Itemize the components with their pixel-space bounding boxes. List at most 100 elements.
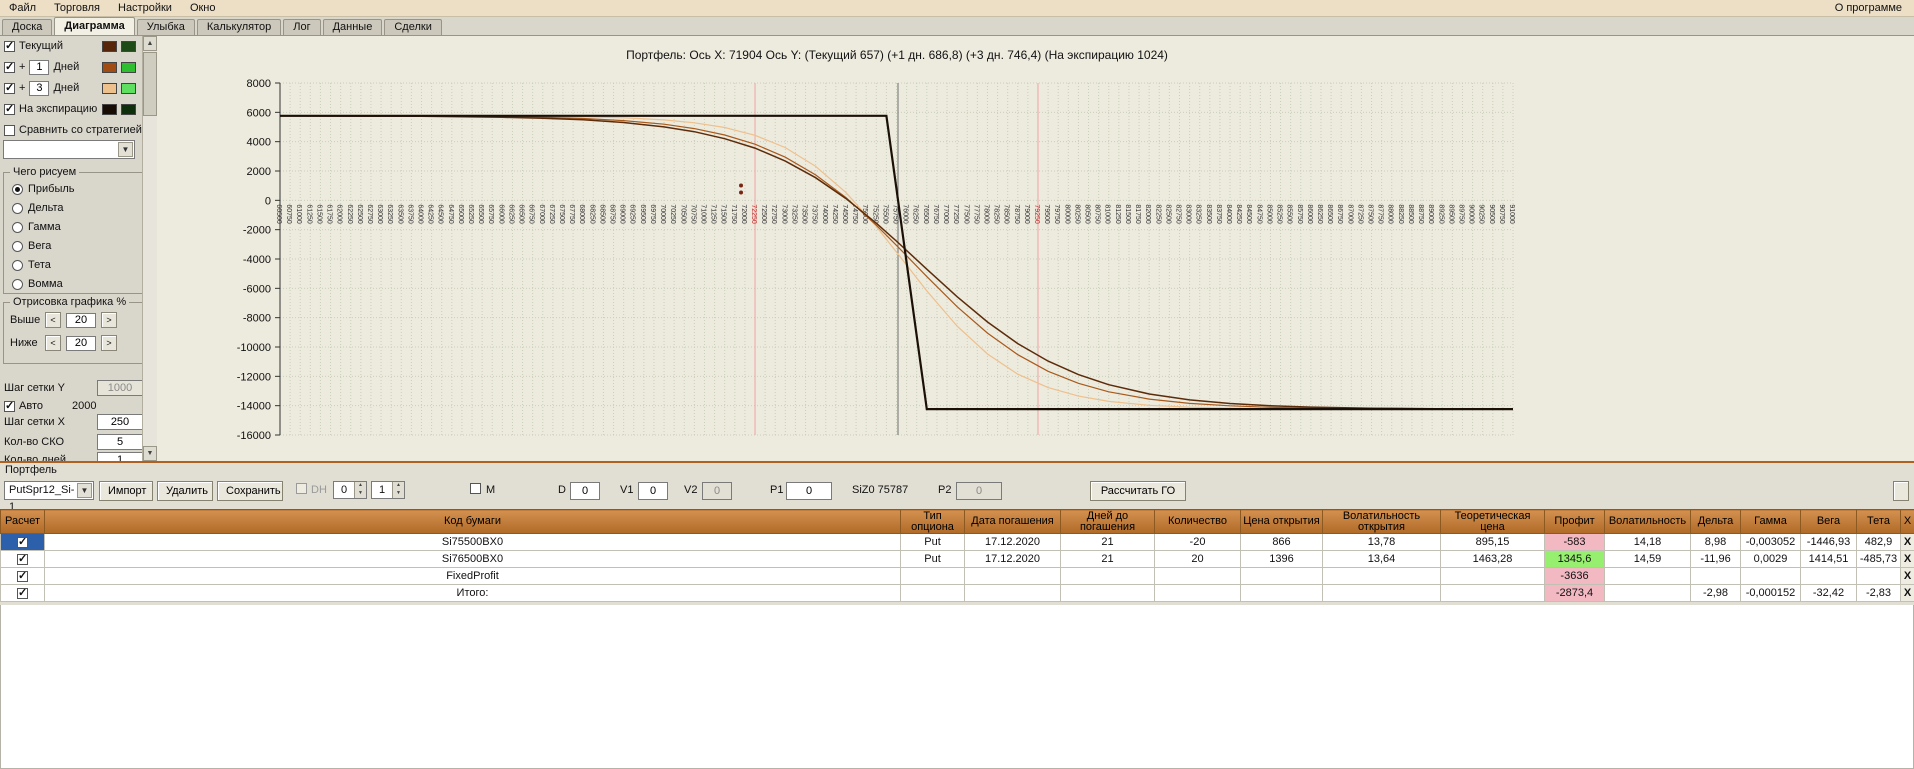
current-color-swatch-1[interactable] (102, 40, 117, 52)
above-percent-input[interactable] (66, 312, 96, 328)
below-label: Ниже (10, 337, 38, 349)
draw-option-theta[interactable]: Тета (12, 258, 51, 272)
row-delete-button[interactable]: X (1900, 584, 1914, 602)
grid-step-x-input[interactable] (97, 414, 143, 430)
cell-open_price (1240, 584, 1323, 602)
days-count-input[interactable] (97, 452, 143, 461)
radio-icon[interactable] (12, 259, 23, 271)
scroll-up-icon[interactable]: ▲ (143, 36, 157, 51)
tab-smile[interactable]: Улыбка (136, 19, 195, 35)
row-calc-cell[interactable] (0, 567, 45, 585)
decrement-button[interactable]: < (45, 335, 61, 351)
cursor-marker (739, 183, 744, 188)
v1-input[interactable] (638, 482, 668, 500)
spin-up-icon[interactable]: ▲ (354, 482, 366, 490)
p1-input[interactable] (786, 482, 832, 500)
draw-option-vomma[interactable]: Вомма (12, 277, 63, 291)
grid-step-y-input[interactable] (97, 380, 143, 396)
row-delete-button[interactable]: X (1900, 567, 1914, 585)
calc-margin-button[interactable]: Рассчитать ГО (1090, 481, 1186, 501)
d-input[interactable] (570, 482, 600, 500)
svg-text:68000: 68000 (578, 204, 585, 224)
row-calc-checkbox[interactable] (17, 586, 28, 599)
tab-log[interactable]: Лог (283, 19, 321, 35)
row-delete-button[interactable]: X (1900, 533, 1914, 551)
m-checkbox[interactable] (470, 483, 481, 494)
compare-strategy-select[interactable]: ▼ (3, 140, 135, 159)
radio-icon[interactable] (12, 240, 23, 252)
scroll-down-icon[interactable]: ▼ (143, 446, 157, 461)
svg-text:76750: 76750 (932, 204, 939, 224)
series-row-compare: Сравнить со стратегией (4, 122, 142, 138)
svg-text:88500: 88500 (1407, 204, 1414, 224)
compare-strategy-checkbox[interactable] (4, 124, 15, 136)
plus1-color-swatch-1[interactable] (102, 61, 117, 73)
plus1-days-input[interactable] (29, 59, 50, 75)
current-checkbox[interactable] (4, 39, 15, 52)
draw-option-profit[interactable]: Прибыль (12, 182, 75, 196)
strategy-select[interactable]: PutSpr12_Si-1 ▼ (4, 481, 94, 513)
plus3-color-swatch-2[interactable] (121, 82, 136, 94)
dh-spinner-2[interactable]: 1 ▲ ▼ (371, 481, 405, 499)
plus3-checkbox[interactable] (4, 81, 15, 94)
svg-text:65250: 65250 (467, 204, 474, 224)
svg-text:68250: 68250 (588, 204, 595, 224)
menu-window[interactable]: Окно (181, 1, 225, 15)
sidebar-scrollbar[interactable]: ▲ ▼ (142, 36, 157, 461)
current-color-swatch-2[interactable] (121, 40, 136, 52)
row-calc-cell[interactable] (0, 584, 45, 602)
draw-option-gamma[interactable]: Гамма (12, 220, 61, 234)
plus1-color-swatch-2[interactable] (121, 61, 136, 73)
cell-code: Итого: (44, 584, 901, 602)
spin-down-icon[interactable]: ▼ (354, 490, 366, 498)
row-calc-cell[interactable] (0, 533, 45, 551)
plus3-days-input[interactable] (29, 80, 50, 96)
radio-icon[interactable] (12, 221, 23, 233)
tab-diagram[interactable]: Диаграмма (54, 17, 135, 35)
import-button[interactable]: Импорт (99, 481, 153, 501)
p2-input[interactable] (956, 482, 1002, 500)
draw-option-delta[interactable]: Дельта (12, 201, 64, 215)
radio-icon[interactable] (12, 202, 23, 214)
row-delete-button[interactable]: X (1900, 550, 1914, 568)
payoff-chart[interactable]: -16000 -14000 -12000 -10000 -8000 -6000 -4000 -… (157, 36, 1914, 461)
row-calc-cell[interactable] (0, 550, 45, 568)
radio-icon[interactable] (12, 183, 23, 195)
panel-collapse-button[interactable] (1893, 481, 1909, 501)
expiration-color-swatch-1[interactable] (102, 103, 117, 115)
spin-down-icon[interactable]: ▼ (392, 490, 404, 498)
spin-up-icon[interactable]: ▲ (392, 482, 404, 490)
tab-board[interactable]: Доска (2, 19, 53, 35)
plus3-color-swatch-1[interactable] (102, 82, 117, 94)
expiration-color-swatch-2[interactable] (121, 103, 136, 115)
tab-calculator[interactable]: Калькулятор (196, 19, 282, 35)
increment-button[interactable]: > (101, 335, 117, 351)
menu-about[interactable]: О программе (1826, 1, 1914, 15)
increment-button[interactable]: > (101, 312, 117, 328)
cell-gamma (1740, 567, 1801, 585)
v2-input[interactable] (702, 482, 732, 500)
decrement-button[interactable]: < (45, 312, 61, 328)
row-calc-checkbox[interactable] (17, 535, 28, 548)
menu-file[interactable]: Файл (0, 1, 45, 15)
draw-option-vega[interactable]: Вега (12, 239, 51, 253)
sko-count-input[interactable] (97, 434, 143, 450)
remove-button[interactable]: Удалить (157, 481, 213, 501)
dh-spinner-1[interactable]: 0 ▲ ▼ (333, 481, 367, 499)
below-percent-input[interactable] (66, 335, 96, 351)
expiration-checkbox[interactable] (4, 102, 15, 115)
scrollbar-thumb[interactable] (143, 52, 157, 116)
save-button[interactable]: Сохранить (217, 481, 283, 501)
svg-text:71250: 71250 (710, 204, 717, 224)
dh-checkbox[interactable] (296, 483, 307, 494)
auto-grid-label: Авто (19, 400, 43, 412)
tab-deals[interactable]: Сделки (384, 19, 442, 35)
row-calc-checkbox[interactable] (17, 569, 28, 582)
menu-trading[interactable]: Торговля (45, 1, 109, 15)
plus1-checkbox[interactable] (4, 60, 15, 73)
menu-settings[interactable]: Настройки (109, 1, 181, 15)
auto-grid-checkbox[interactable] (4, 399, 15, 412)
radio-icon[interactable] (12, 278, 23, 290)
tab-data[interactable]: Данные (322, 19, 383, 35)
row-calc-checkbox[interactable] (17, 552, 28, 565)
